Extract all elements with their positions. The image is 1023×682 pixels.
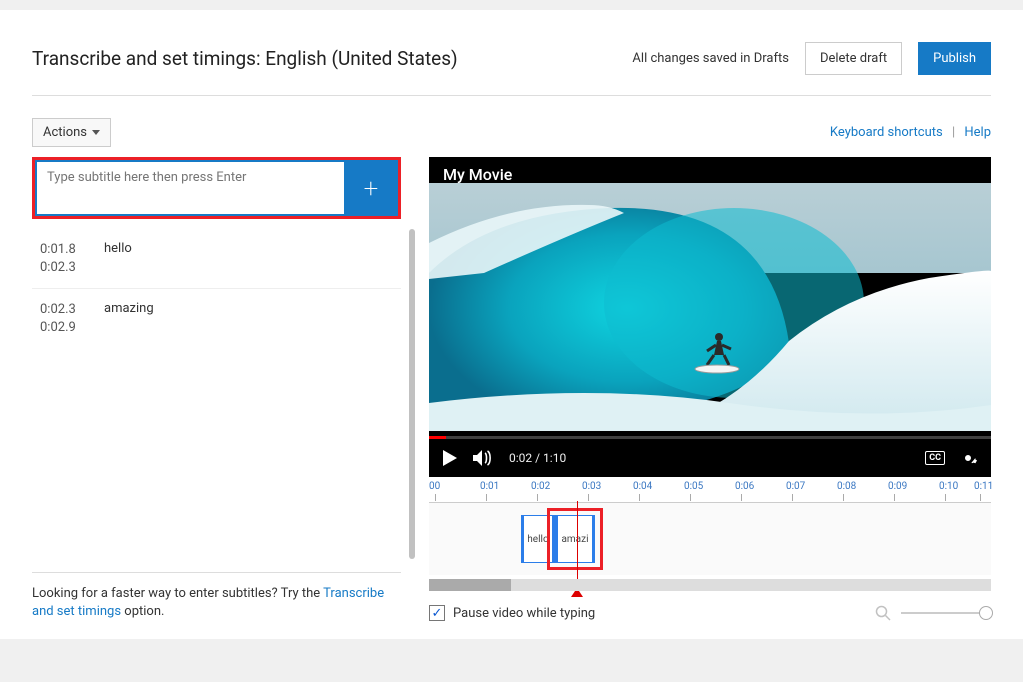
scrollbar-thumb[interactable] (409, 229, 415, 559)
subtitle-text: amazing (104, 301, 393, 336)
subtitle-input-highlight: + (32, 157, 401, 219)
toolbar: Actions Keyboard shortcuts | Help (32, 118, 991, 147)
timeline-segment[interactable]: amazi (555, 515, 595, 563)
zoom-slider-knob[interactable] (979, 606, 993, 620)
subtitle-input[interactable] (35, 160, 344, 216)
help-link[interactable]: Help (964, 125, 991, 140)
gear-icon[interactable] (959, 449, 977, 467)
video-controls: 0:02 / 1:10 CC (429, 439, 991, 477)
subtitle-times: 0:01.8 0:02.3 (40, 241, 104, 276)
cc-icon[interactable]: CC (925, 451, 945, 465)
tick: 0:06 (735, 481, 754, 492)
video-player[interactable]: My Movie (429, 157, 991, 477)
video-title: My Movie (443, 165, 512, 184)
video-frame (429, 183, 991, 431)
header-actions: All changes saved in Drafts Delete draft… (632, 42, 991, 75)
pause-label: Pause video while typing (453, 606, 595, 621)
timeline-scroll-thumb[interactable] (429, 579, 511, 591)
segment-handle-right[interactable] (552, 516, 554, 562)
zoom-slider[interactable] (901, 612, 991, 614)
video-time: 0:02 / 1:10 (509, 451, 566, 465)
tick: 0:02 (531, 481, 550, 492)
delete-draft-button[interactable]: Delete draft (805, 42, 902, 75)
subtitle-times: 0:02.3 0:02.9 (40, 301, 104, 336)
zoom-control (875, 605, 991, 621)
play-icon[interactable] (443, 450, 457, 466)
segment-label: amazi (558, 532, 591, 547)
save-status: All changes saved in Drafts (632, 51, 789, 66)
segment-handle-left[interactable] (522, 516, 524, 562)
page-header: Transcribe and set timings: English (Uni… (32, 28, 991, 96)
tick: 0:09 (888, 481, 907, 492)
playhead[interactable] (577, 501, 578, 589)
pause-while-typing-checkbox[interactable]: ✓ Pause video while typing (429, 605, 595, 621)
subtitle-list: 0:01.8 0:02.3 hello 0:02.3 0:02.9 amazin… (32, 229, 401, 572)
checkbox-icon: ✓ (429, 605, 445, 621)
tick: 00 (429, 481, 440, 492)
hint-text: Looking for a faster way to enter subtit… (32, 572, 401, 621)
segment-label: hello (524, 532, 551, 547)
search-icon[interactable] (875, 605, 891, 621)
tick: 0:01 (480, 481, 499, 492)
segment-handle-left[interactable] (556, 516, 558, 562)
separator: | (952, 125, 955, 140)
help-links: Keyboard shortcuts | Help (830, 125, 991, 140)
chevron-down-icon (92, 130, 100, 135)
tick: 0:04 (633, 481, 652, 492)
timeline-track[interactable]: hello amazi (429, 503, 991, 575)
subtitle-text: hello (104, 241, 393, 276)
subtitle-row[interactable]: 0:01.8 0:02.3 hello (32, 229, 401, 288)
subtitle-panel: + 0:01.8 0:02.3 hello 0:02.3 0:02.9 amaz… (32, 157, 401, 621)
add-subtitle-button[interactable]: + (344, 160, 398, 216)
volume-icon[interactable] (473, 449, 493, 467)
tick: 0:11 (974, 481, 993, 492)
segment-handle-right[interactable] (592, 516, 594, 562)
publish-button[interactable]: Publish (918, 42, 991, 75)
timeline-scrollbar[interactable] (429, 579, 991, 591)
tick: 0:10 (939, 481, 958, 492)
tick: 0:03 (582, 481, 601, 492)
timeline-segment[interactable]: hello (521, 515, 555, 563)
app-frame: { "header": { "title": "Transcribe and s… (0, 10, 1023, 639)
tick: 0:07 (786, 481, 805, 492)
bottom-controls: ✓ Pause video while typing (429, 605, 991, 621)
timeline: 00 0:01 0:02 0:03 0:04 0:05 0:06 0:07 0:… (429, 481, 991, 591)
tick: 0:08 (837, 481, 856, 492)
timeline-ruler[interactable]: 00 0:01 0:02 0:03 0:04 0:05 0:06 0:07 0:… (429, 481, 991, 503)
subtitle-row[interactable]: 0:02.3 0:02.9 amazing (32, 288, 401, 348)
actions-label: Actions (43, 125, 87, 140)
tick: 0:05 (684, 481, 703, 492)
actions-dropdown[interactable]: Actions (32, 118, 111, 147)
video-panel: My Movie (429, 157, 991, 621)
keyboard-shortcuts-link[interactable]: Keyboard shortcuts (830, 125, 943, 140)
main-content: + 0:01.8 0:02.3 hello 0:02.3 0:02.9 amaz… (32, 157, 991, 621)
page-title: Transcribe and set timings: English (Uni… (32, 47, 458, 70)
